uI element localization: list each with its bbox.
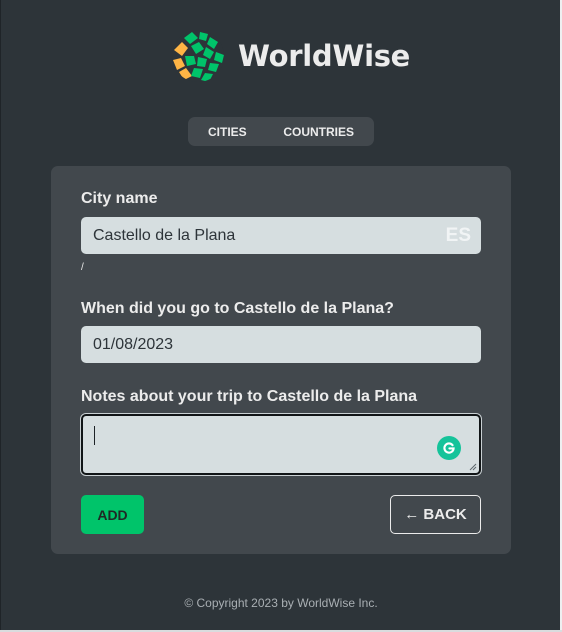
stray-mark: /: [81, 262, 84, 273]
frame-edge-left: [0, 0, 1, 632]
date-input[interactable]: 01/08/2023: [81, 326, 481, 363]
add-button[interactable]: ADD: [81, 495, 144, 534]
copyright-footer: © Copyright 2023 by WorldWise Inc.: [184, 596, 378, 610]
main-nav: Cities Countries: [188, 117, 374, 146]
app-name: WorldWise: [238, 39, 411, 73]
grammarly-icon[interactable]: [437, 436, 461, 460]
date-label: When did you go to Castello de la Plana?: [81, 300, 394, 317]
country-flag-emoji: ES: [445, 224, 471, 246]
grammarly-g-icon: [443, 442, 455, 454]
globe-logo-icon: [172, 30, 224, 82]
nav-countries-link[interactable]: Countries: [283, 125, 354, 139]
text-caret: [94, 426, 95, 445]
notes-label: Notes about your trip to Castello de la …: [81, 388, 418, 405]
notes-textarea[interactable]: [81, 414, 481, 475]
city-name-input[interactable]: Castello de la Plana ES: [81, 217, 481, 254]
date-value: 01/08/2023: [93, 335, 174, 353]
nav-cities-link[interactable]: Cities: [208, 125, 247, 139]
city-name-value: Castello de la Plana: [93, 226, 236, 244]
add-city-form: City name Castello de la Plana ES / When…: [51, 166, 511, 554]
city-name-label: City name: [81, 190, 158, 207]
back-button[interactable]: ← BACK: [390, 495, 481, 534]
resize-handle-icon[interactable]: [469, 463, 477, 471]
app-logo[interactable]: WorldWise: [170, 28, 410, 84]
